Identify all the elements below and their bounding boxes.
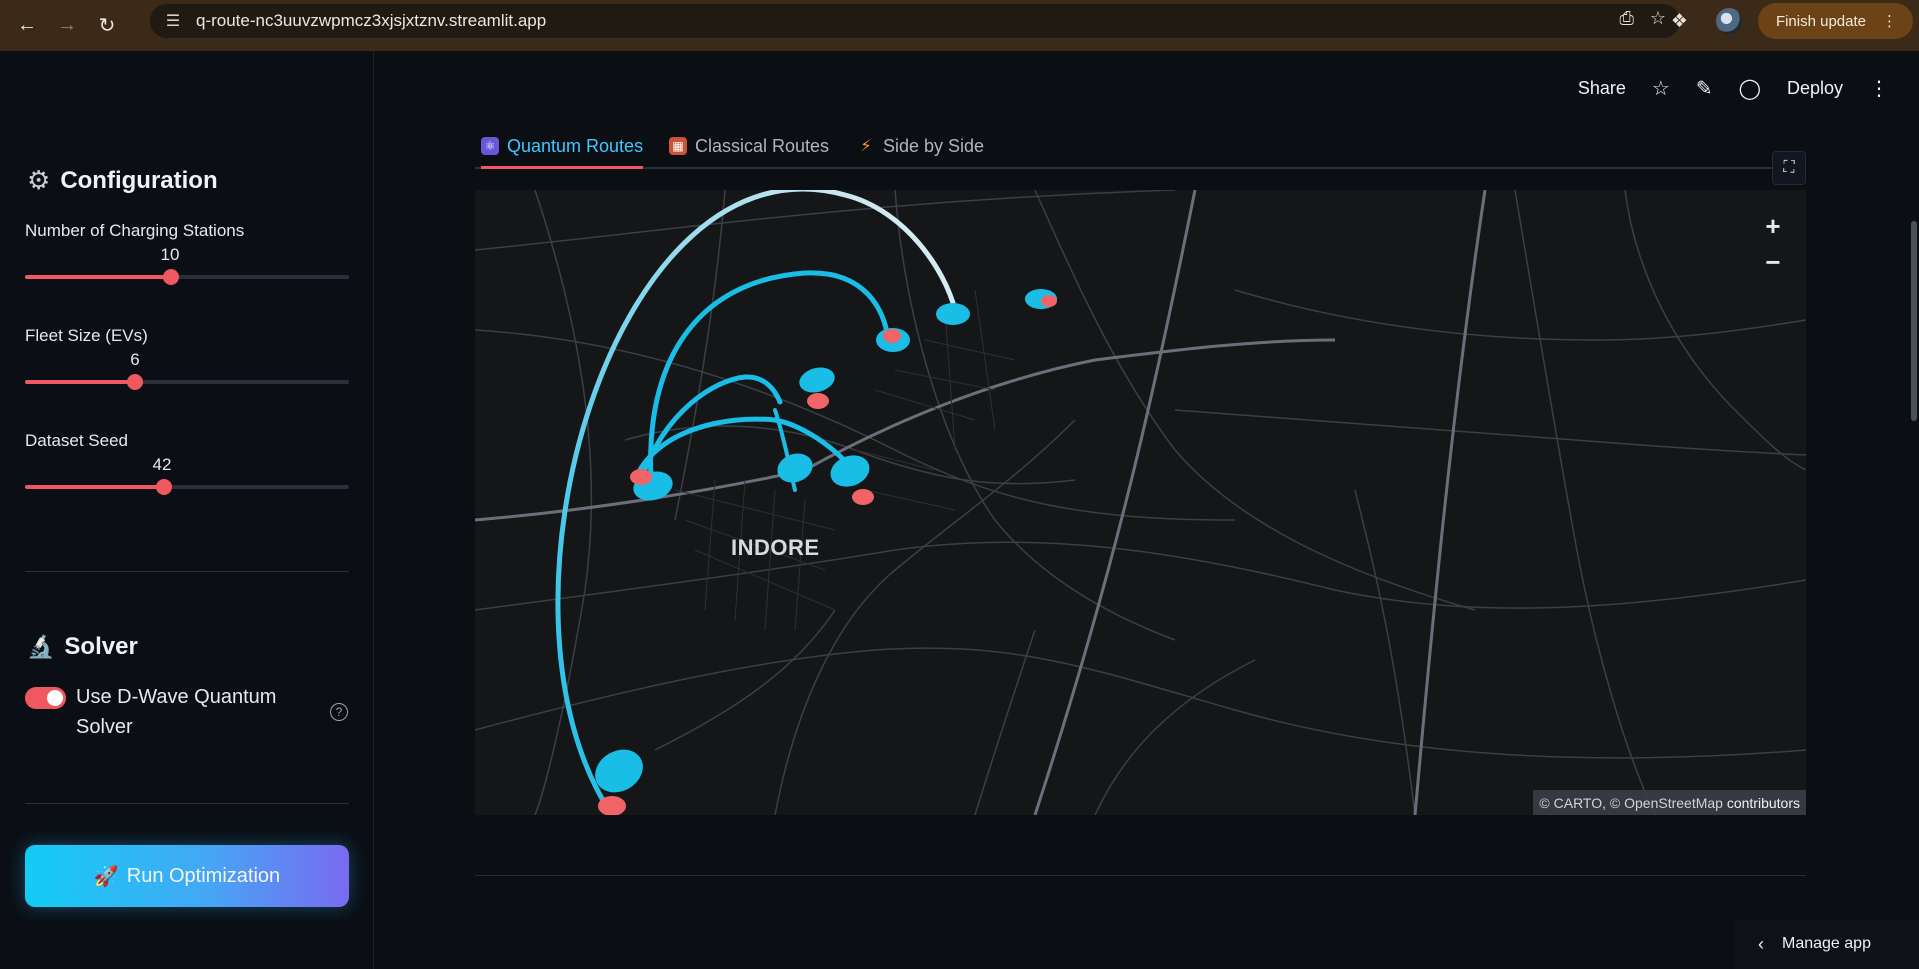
lightning-icon: ⚡ [860,138,872,155]
forward-icon[interactable]: → [54,13,80,39]
main-content: Share ☆ ✎ ◯ Deploy ⋮ ⚛ Quantum Routes ▦ … [375,51,1919,969]
slider-value-stations: 10 [160,245,180,264]
attribution-suffix: contributors [1726,794,1800,811]
station-marker [777,453,813,483]
route-arc [638,374,783,483]
station-marker [936,303,970,325]
browser-chrome: ← → ↻ ☰ q-route-nc3uuvzwpmcz3xjsjxtznv.s… [0,0,1919,51]
vehicle-marker [807,393,829,409]
map-canvas [475,190,1806,815]
run-optimization-label: Run Optimization [126,864,281,887]
slider-fill [25,380,136,384]
deploy-button[interactable]: Deploy [1787,78,1843,99]
back-icon[interactable]: ← [14,13,40,39]
zoom-out-icon[interactable]: − [1756,244,1790,280]
site-settings-icon[interactable]: ☰ [162,10,184,32]
tab-bar: ⚛ Quantum Routes ▦ Classical Routes ⚡ Si… [475,125,1806,169]
configuration-heading: ⚙ Configuration [27,165,218,195]
github-icon[interactable]: ◯ [1739,76,1761,101]
gear-icon: ⚙ [27,165,51,195]
more-options-icon[interactable]: ⋮ [1869,76,1889,101]
sidebar: ⚙ Configuration Number of Charging Stati… [0,51,374,969]
help-icon[interactable]: ? [330,703,348,721]
tab-side-by-side[interactable]: ⚡ Side by Side [857,125,984,167]
attribution-carto-link[interactable]: © CARTO [1539,795,1602,811]
run-optimization-button[interactable]: 🚀 Run Optimization [25,845,349,907]
extensions-icon[interactable]: ❖ [1671,10,1688,33]
chevron-left-icon: ‹ [1758,933,1764,954]
quantum-solver-toggle[interactable] [25,687,66,709]
attribution-separator: , [1602,794,1610,811]
stations-slider[interactable] [25,269,349,285]
fleet-size-slider[interactable] [25,374,349,390]
station-marker [799,367,835,393]
url-text[interactable]: q-route-nc3uuvzwpmcz3xjsjxtznv.streamlit… [196,11,546,31]
microscope-icon: 🔬 [27,634,55,659]
slider-fill [25,485,165,489]
reload-icon[interactable]: ↻ [94,13,120,39]
slider-label-stations: Number of Charging Stations [25,221,245,240]
abacus-icon: ▦ [669,137,687,155]
slider-label-fleet: Fleet Size (EVs) [25,326,148,345]
content-divider [475,875,1806,876]
page-scrollbar[interactable] [1911,221,1917,421]
tab-classical-routes[interactable]: ▦ Classical Routes [669,125,829,167]
rocket-icon: 🚀 [93,865,119,888]
atom-icon: ⚛ [481,137,499,155]
star-icon[interactable]: ☆ [1652,76,1670,101]
bookmark-star-icon[interactable]: ☆ [1650,8,1666,29]
app-toolbar: Share ☆ ✎ ◯ Deploy ⋮ [1578,51,1919,125]
map-attribution: © CARTO , © OpenStreetMap contributors [1533,790,1806,815]
slider-value-fleet: 6 [130,350,140,369]
solver-heading: 🔬 Solver [27,633,138,660]
edit-pencil-icon[interactable]: ✎ [1696,76,1713,101]
profile-avatar[interactable] [1715,8,1742,34]
zoom-in-icon[interactable]: + [1756,208,1790,244]
stations [595,289,1057,793]
slider-value-seed: 42 [152,455,172,474]
vehicle-marker [883,329,901,343]
quantum-solver-label: Use D-Wave Quantum Solver [76,686,277,738]
manage-app-button[interactable]: ‹ Manage app [1734,919,1919,969]
sidebar-divider [25,571,349,572]
slider-fill [25,275,171,279]
finish-update-label: Finish update [1775,12,1866,30]
slider-thumb[interactable] [162,269,179,285]
tab-quantum-routes[interactable]: ⚛ Quantum Routes [481,125,644,169]
attribution-osm-link[interactable]: © OpenStreetMap [1610,795,1723,811]
more-vert-icon: ⋮ [1882,13,1897,30]
install-app-icon[interactable]: ⎙ [1619,8,1633,29]
slider-thumb[interactable] [156,479,173,495]
manage-app-label: Manage app [1782,935,1871,952]
address-bar[interactable]: ☰ q-route-nc3uuvzwpmcz3xjsjxtznv.streaml… [150,4,1680,38]
city-label: INDORE [731,535,820,560]
vehicle-marker [852,489,874,505]
dataset-seed-slider[interactable] [25,479,349,495]
finish-update-button[interactable]: Finish update ⋮ [1757,3,1913,39]
share-button[interactable]: Share [1578,78,1626,99]
vehicle-marker [1041,295,1057,307]
fullscreen-icon[interactable]: ⛶ [1772,151,1806,185]
sidebar-divider [25,803,349,804]
slider-thumb[interactable] [127,374,144,390]
map-roads [475,190,1806,815]
route-map[interactable]: INDORE + − © CARTO , © OpenStreetMap con… [475,190,1806,815]
zoom-controls: + − [1756,208,1790,280]
slider-label-seed: Dataset Seed [25,431,129,450]
vehicle-marker [630,469,652,485]
